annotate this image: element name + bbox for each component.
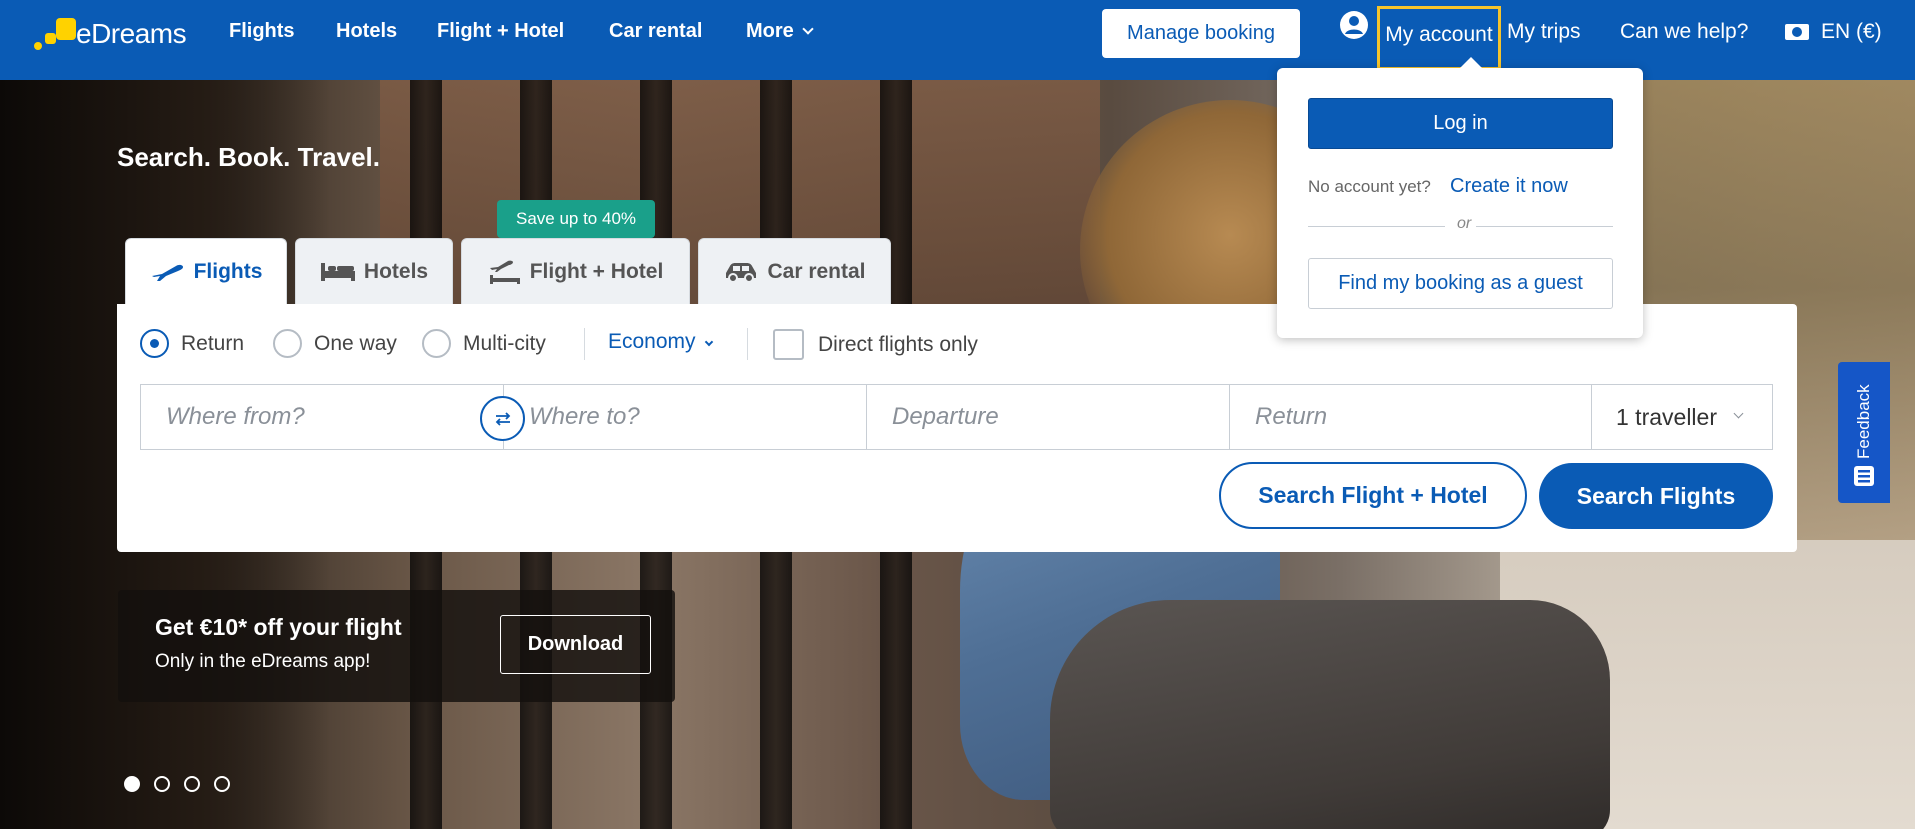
login-button[interactable]: Log in [1308, 98, 1613, 149]
trip-type-return-label: Return [181, 331, 245, 355]
guest-booking-button[interactable]: Find my booking as a guest [1308, 258, 1613, 309]
nav-flight-hotel[interactable]: Flight + Hotel [437, 20, 564, 43]
download-app-button[interactable]: Download [500, 615, 651, 674]
no-account-text: No account yet? [1308, 177, 1431, 196]
hero-tagline: Search. Book. Travel. [117, 142, 381, 172]
tab-flights-label: Flights [193, 259, 263, 283]
travellers-value: 1 traveller [1616, 403, 1717, 430]
divider [747, 328, 748, 360]
feedback-tab[interactable]: Feedback [1838, 362, 1890, 503]
trip-type-multi-city-label: Multi-city [463, 331, 546, 355]
flag-icon [1785, 24, 1809, 40]
chevron-down-icon [704, 337, 713, 347]
tab-flights[interactable]: Flights [125, 238, 287, 304]
tab-car-rental[interactable]: Car rental [698, 238, 891, 304]
user-circle-icon[interactable] [1339, 10, 1369, 40]
swap-locations-button[interactable] [480, 396, 525, 441]
feedback-label: Feedback [1854, 384, 1873, 460]
nav-car-rental[interactable]: Car rental [609, 20, 702, 43]
carousel-dot[interactable] [214, 776, 230, 792]
tab-hotels[interactable]: Hotels [295, 238, 453, 304]
direct-flights-label: Direct flights only [818, 332, 978, 356]
app-promo-title: Get €10* off your flight [155, 614, 402, 640]
nav-flights[interactable]: Flights [229, 20, 295, 43]
plane-hotel-icon [489, 260, 520, 284]
car-icon [726, 262, 757, 283]
help-link[interactable]: Can we help? [1620, 20, 1748, 44]
bed-icon [320, 262, 355, 281]
nav-more[interactable]: More [746, 20, 814, 43]
cabin-class-select[interactable]: Economy [608, 330, 713, 354]
divider [1476, 226, 1613, 227]
language-selector[interactable]: EN (€) [1785, 20, 1882, 44]
departure-date-input[interactable]: Departure [866, 384, 1230, 450]
trip-type-multi-city[interactable]: Multi-city [422, 329, 546, 358]
logo-text: eDreams [76, 18, 187, 49]
create-account-link[interactable]: Create it now [1450, 175, 1568, 198]
trip-type-one-way[interactable]: One way [273, 329, 397, 358]
travellers-select[interactable]: 1 traveller [1591, 384, 1773, 450]
language-label: EN (€) [1821, 20, 1882, 43]
swap-arrows-icon [495, 411, 510, 426]
or-separator: or [1457, 215, 1472, 232]
radio-selected-icon [140, 329, 169, 358]
tab-flight-hotel-label: Flight + Hotel [529, 259, 664, 283]
cabin-class-value: Economy [608, 330, 696, 353]
direct-flights-checkbox[interactable]: Direct flights only [773, 329, 978, 360]
carousel-dot[interactable] [184, 776, 200, 792]
divider [1308, 226, 1445, 227]
divider [584, 328, 585, 360]
search-flights-button[interactable]: Search Flights [1539, 463, 1773, 529]
hero-person-legs [1050, 600, 1610, 829]
tab-hotels-label: Hotels [363, 259, 429, 283]
carousel-pagination [124, 776, 244, 792]
plane-icon [151, 264, 183, 281]
edreams-logo[interactable]: eDreams [32, 16, 187, 52]
chevron-down-icon [802, 23, 814, 35]
chevron-down-icon [1733, 408, 1744, 418]
my-trips-link[interactable]: My trips [1507, 20, 1581, 44]
tab-car-rental-label: Car rental [767, 259, 866, 283]
nav-hotels[interactable]: Hotels [336, 20, 397, 43]
logo-mark-icon [32, 16, 80, 52]
search-flight-hotel-button[interactable]: Search Flight + Hotel [1219, 462, 1527, 529]
trip-type-return[interactable]: Return [140, 329, 244, 358]
save-badge: Save up to 40% [497, 200, 655, 245]
origin-input[interactable]: Where from? [140, 384, 504, 450]
return-date-input[interactable]: Return [1229, 384, 1592, 450]
checkbox-icon [773, 329, 804, 360]
radio-icon [273, 329, 302, 358]
carousel-dot[interactable] [154, 776, 170, 792]
tab-flight-hotel[interactable]: Flight + Hotel [461, 238, 690, 304]
nav-more-label: More [746, 20, 794, 42]
carousel-dot[interactable] [124, 776, 140, 792]
feedback-icon [1854, 466, 1874, 486]
radio-icon [422, 329, 451, 358]
app-promo-subtitle: Only in the eDreams app! [155, 651, 371, 672]
manage-booking-button[interactable]: Manage booking [1102, 9, 1300, 58]
destination-input[interactable]: Where to? [503, 384, 867, 450]
trip-type-one-way-label: One way [314, 331, 397, 355]
